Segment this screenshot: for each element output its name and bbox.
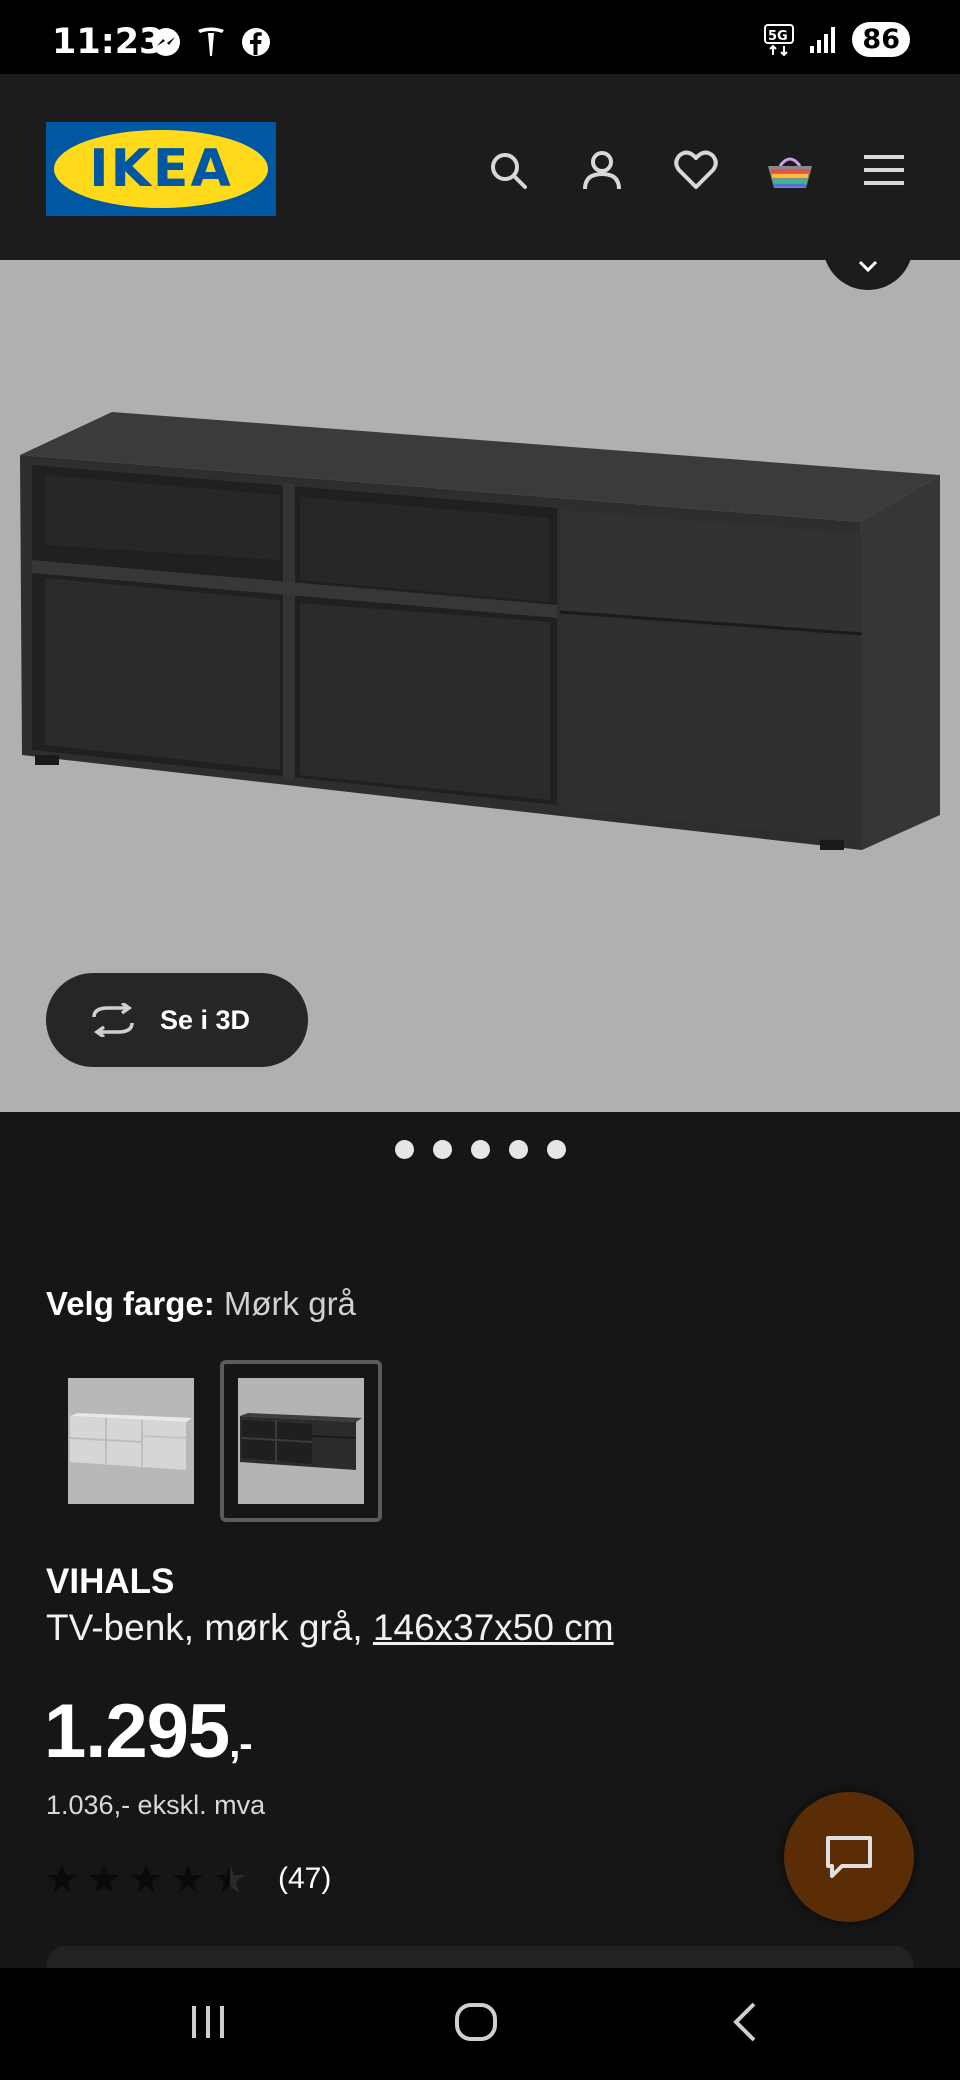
product-price: 1.295,- (44, 1688, 253, 1775)
price-suffix: ,- (229, 1722, 252, 1766)
facebook-icon (242, 28, 270, 56)
price-value: 1.295 (44, 1689, 230, 1774)
chat-button[interactable] (784, 1792, 914, 1922)
home-icon[interactable] (454, 2002, 498, 2042)
status-bar: 11:23 5G 86 (0, 0, 960, 74)
dark-bench-thumbnail (238, 1378, 364, 1504)
swatch-dark-grey-image (238, 1378, 364, 1504)
color-swatch-white[interactable] (50, 1360, 212, 1522)
carousel-dot-2[interactable] (432, 1140, 452, 1159)
star-half-icon (215, 1865, 245, 1893)
product-name: VIHALS (46, 1562, 175, 1601)
product-description: TV-benk, mørk grå, 146x37x50 cm (46, 1607, 614, 1649)
wishlist-button[interactable] (670, 144, 722, 196)
messenger-icon (152, 28, 180, 56)
product-image-gallery[interactable]: Se i 3D (0, 260, 960, 1112)
product-rating[interactable]: (47) (46, 1862, 331, 1896)
price-excluding-vat: 1.036,- ekskl. mva (46, 1790, 266, 1820)
basket-icon (768, 157, 812, 188)
logo-ellipse: IKEA (54, 130, 268, 208)
tesla-icon (198, 27, 224, 56)
svg-text:5G: 5G (768, 29, 788, 44)
system-status: 5G 86 (764, 22, 910, 57)
system-navigation-bar (0, 1968, 960, 2080)
logo-text: IKEA (89, 139, 233, 199)
cart-button[interactable] (764, 144, 816, 196)
view-3d-label: Se i 3D (160, 1004, 251, 1035)
color-selected-value: Mørk grå (223, 1285, 356, 1322)
white-bench-thumbnail (68, 1378, 194, 1504)
color-selector-label: Velg farge: Mørk grå (46, 1285, 356, 1323)
notification-icons (150, 26, 272, 58)
back-icon[interactable] (730, 2002, 760, 2042)
carousel-dot-4[interactable] (508, 1140, 528, 1159)
status-time: 11:23 (52, 22, 164, 62)
battery-indicator: 86 (852, 22, 910, 57)
star-icon-3 (131, 1865, 161, 1893)
swatch-white-image (68, 1378, 194, 1504)
color-swatch-dark-grey[interactable] (220, 1360, 382, 1522)
network-5g-icon: 5G (764, 23, 795, 56)
rating-count: (47) (278, 1862, 332, 1895)
search-icon (491, 153, 527, 189)
product-dimensions-link[interactable]: 146x37x50 cm (373, 1607, 614, 1648)
star-icon-2 (89, 1865, 119, 1893)
header-actions (482, 144, 910, 196)
hamburger-menu-icon (864, 155, 904, 185)
carousel-dots (0, 1140, 960, 1159)
rotate-3d-icon (92, 1003, 134, 1037)
color-label-prefix: Velg farge: (46, 1285, 215, 1322)
user-icon (583, 151, 621, 190)
carousel-dot-5[interactable] (546, 1140, 566, 1159)
menu-button[interactable] (858, 144, 910, 196)
signal-icon (810, 26, 836, 53)
view-3d-button[interactable]: Se i 3D (46, 973, 308, 1067)
heart-icon (674, 150, 718, 189)
ikea-logo[interactable]: IKEA (46, 122, 276, 216)
carousel-dot-3[interactable] (470, 1140, 490, 1159)
recent-apps-icon[interactable] (188, 2002, 228, 2042)
star-icon-4 (173, 1865, 203, 1893)
account-button[interactable] (576, 144, 628, 196)
product-description-text: TV-benk, mørk grå, (46, 1607, 363, 1648)
star-icon-1 (47, 1865, 77, 1893)
site-header: IKEA (0, 74, 960, 260)
chat-bubble-icon (826, 1836, 872, 1878)
carousel-dot-1[interactable] (394, 1140, 414, 1159)
search-button[interactable] (482, 144, 534, 196)
